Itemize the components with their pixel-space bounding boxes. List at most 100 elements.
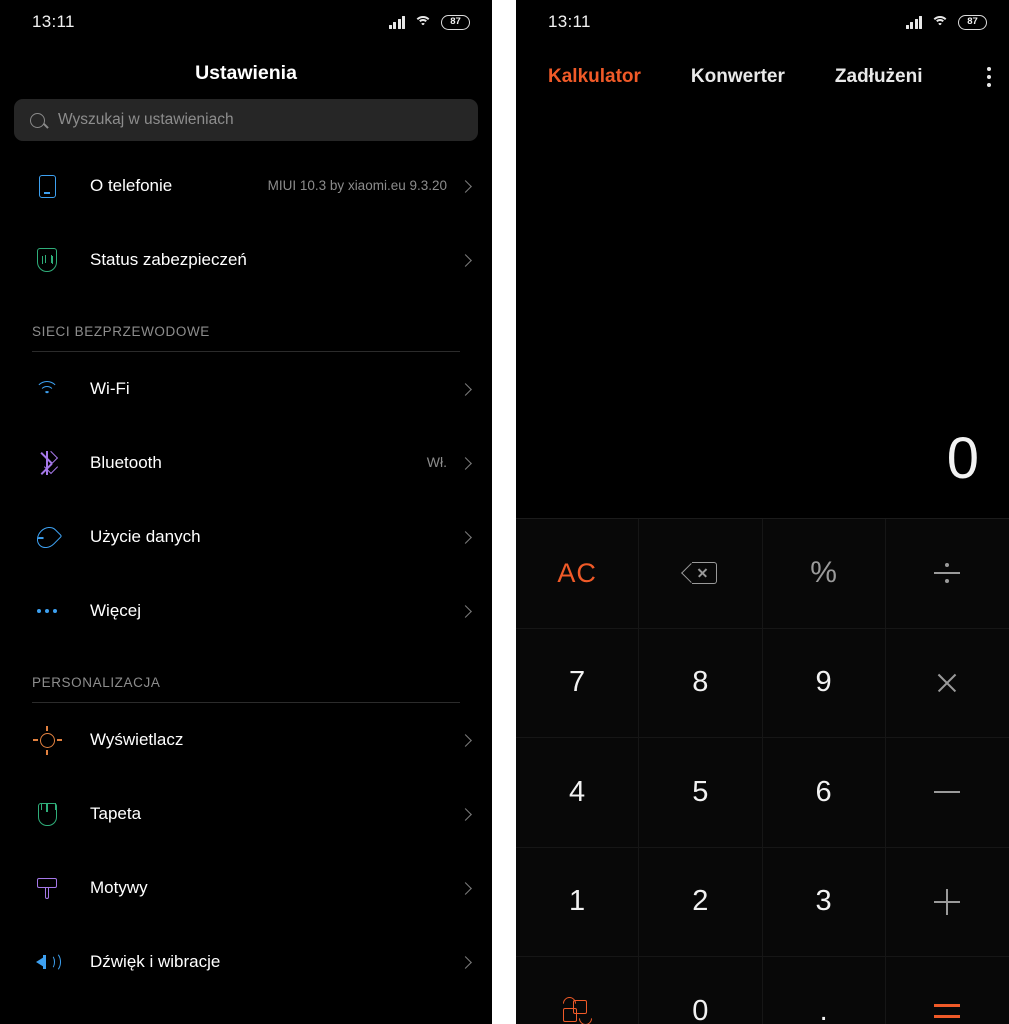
status-bar: 13:11 87 [0, 0, 492, 44]
list-item-label: Motywy [90, 878, 148, 897]
sidebar-item-dzwiek-i-wibracje[interactable]: Dźwięk i wibracje [0, 925, 492, 999]
percent-key[interactable]: % [762, 519, 886, 629]
sidebar-item-tapeta[interactable]: Tapeta [0, 777, 492, 851]
digit-3-key[interactable]: 3 [762, 847, 886, 957]
key-label: 9 [815, 666, 832, 699]
decimal-point-key[interactable]: . [762, 957, 886, 1024]
overflow-menu-icon[interactable] [981, 61, 997, 93]
key-label: 2 [692, 885, 709, 918]
display-value: 0 [946, 426, 979, 491]
status-bar-clock: 13:11 [32, 12, 75, 31]
more-dots-icon [32, 609, 62, 613]
key-label: 8 [692, 666, 709, 699]
key-label: 0 [692, 994, 709, 1024]
sidebar-item-o-telefonie[interactable]: O telefonie MIUI 10.3 by xiaomi.eu 9.3.2… [0, 149, 492, 223]
digit-6-key[interactable]: 6 [762, 738, 886, 848]
wifi-icon [32, 380, 62, 398]
list-item-label: Dźwięk i wibracje [90, 952, 221, 971]
status-bar: 13:11 87 [516, 0, 1009, 44]
key-label: 4 [569, 775, 586, 808]
calculator-app-screen: 13:11 87 Kalkulator Konwerter Zadłużeni … [516, 0, 1009, 1024]
signal-bars-icon [905, 15, 922, 29]
brightness-sun-icon [32, 725, 62, 755]
calculator-display: 0 [516, 110, 1009, 518]
wifi-icon [414, 15, 432, 29]
list-item-label: Status zabezpieczeń [90, 250, 247, 269]
multiply-icon [935, 671, 959, 695]
digit-1-key[interactable]: 1 [516, 847, 640, 957]
battery-level-label: 87 [967, 16, 978, 28]
list-item-label: Więcej [90, 601, 142, 620]
list-item-label: O telefonie [90, 176, 173, 195]
unit-convert-icon [560, 994, 595, 1024]
list-item-label: Wi-Fi [90, 379, 130, 398]
chevron-right-icon [459, 530, 472, 544]
key-label: 6 [815, 775, 832, 808]
digit-9-key[interactable]: 9 [762, 628, 886, 738]
chevron-right-icon [459, 733, 472, 747]
chevron-right-icon [459, 881, 472, 895]
sidebar-item-status-zabezpieczen[interactable]: Status zabezpieczeń [0, 223, 492, 297]
digit-5-key[interactable]: 5 [639, 738, 763, 848]
key-label: 3 [815, 885, 832, 918]
sidebar-item-wyswietlacz[interactable]: Wyświetlacz [0, 703, 492, 777]
screen-separator [492, 0, 516, 1024]
digit-4-key[interactable]: 4 [516, 738, 640, 848]
minus-icon [934, 791, 961, 794]
search-input[interactable]: Wyszukaj w ustawieniach [14, 99, 478, 141]
key-label: 1 [569, 885, 586, 918]
tab-konwerter[interactable]: Konwerter [691, 66, 785, 88]
bluetooth-icon [32, 451, 62, 475]
wifi-icon [931, 15, 949, 29]
equals-icon [934, 1004, 961, 1019]
sidebar-item-bluetooth[interactable]: Bluetooth Wł. [0, 426, 492, 500]
list-item-label: Wyświetlacz [90, 730, 184, 749]
sidebar-item-motywy[interactable]: Motywy [0, 851, 492, 925]
divide-key[interactable] [885, 519, 1009, 629]
chevron-right-icon [459, 382, 472, 396]
digit-0-key[interactable]: 0 [639, 957, 763, 1024]
data-usage-icon [32, 522, 62, 552]
phone-icon [32, 174, 62, 198]
digit-7-key[interactable]: 7 [516, 628, 640, 738]
section-header-label: SIECI BEZPRZEWODOWE [32, 324, 210, 339]
divide-icon [934, 562, 961, 584]
all-clear-key[interactable]: AC [516, 519, 640, 629]
plus-icon [934, 888, 961, 915]
battery-level-label: 87 [450, 16, 461, 28]
sidebar-item-uzycie-danych[interactable]: Użycie danych [0, 500, 492, 574]
shield-icon [32, 248, 62, 272]
key-label: AC [557, 557, 597, 588]
key-label: 5 [692, 775, 709, 808]
unit-convert-key[interactable] [516, 957, 640, 1024]
sidebar-item-wifi[interactable]: Wi-Fi [0, 352, 492, 426]
page-title: Ustawienia [195, 62, 297, 84]
search-placeholder: Wyszukaj w ustawieniach [58, 111, 234, 128]
equals-key[interactable] [885, 957, 1009, 1024]
minus-key[interactable] [885, 738, 1009, 848]
calculator-tab-bar: Kalkulator Konwerter Zadłużeni [516, 44, 1009, 110]
list-item-value: Wł. [426, 454, 447, 471]
tulip-wallpaper-icon [32, 802, 62, 826]
chevron-right-icon [459, 456, 472, 470]
section-header-personalization: PERSONALIZACJA [0, 648, 492, 702]
list-item-value: MIUI 10.3 by xiaomi.eu 9.3.20 [267, 177, 447, 193]
battery-icon: 87 [958, 14, 987, 30]
tab-kalkulator[interactable]: Kalkulator [548, 66, 641, 88]
calculator-keypad: AC % 7 8 9 4 5 6 1 2 3 0 . [516, 518, 1009, 1024]
multiply-key[interactable] [885, 628, 1009, 738]
sidebar-item-wiecej[interactable]: Więcej [0, 574, 492, 648]
section-header-wireless: SIECI BEZPRZEWODOWE [0, 297, 492, 351]
chevron-right-icon [459, 179, 472, 193]
dual-screenshot-container: 13:11 87 Ustawienia Wyszukaj w ustawieni… [0, 0, 1009, 1024]
sound-icon [32, 952, 62, 972]
brush-theme-icon [32, 877, 62, 899]
plus-key[interactable] [885, 847, 1009, 957]
status-bar-icons: 87 [905, 14, 987, 30]
chevron-right-icon [459, 604, 472, 618]
section-header-system: SYSTEM [0, 999, 492, 1024]
digit-8-key[interactable]: 8 [639, 628, 763, 738]
backspace-key[interactable] [639, 519, 763, 629]
tab-zadluzeni[interactable]: Zadłużeni [835, 66, 923, 88]
digit-2-key[interactable]: 2 [639, 847, 763, 957]
